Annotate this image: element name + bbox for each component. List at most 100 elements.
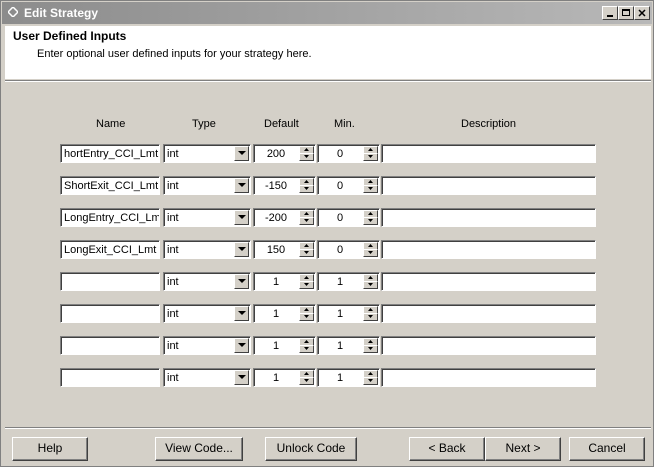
- row-type-select[interactable]: int: [163, 368, 251, 387]
- row-description-input[interactable]: [381, 240, 596, 259]
- row-min-spinner[interactable]: 1: [317, 272, 380, 291]
- spin-down-button[interactable]: [363, 281, 378, 289]
- row-default-spinner[interactable]: 200: [253, 144, 316, 163]
- row-name-input[interactable]: [60, 272, 160, 291]
- row-description-input[interactable]: [381, 272, 596, 291]
- spin-down-button[interactable]: [299, 249, 314, 257]
- spin-down-button[interactable]: [363, 153, 378, 161]
- row-type-select[interactable]: int: [163, 272, 251, 291]
- arrow-up-icon: [368, 372, 373, 375]
- row-type-select[interactable]: int: [163, 336, 251, 355]
- help-button[interactable]: Help: [12, 437, 88, 461]
- dropdown-button[interactable]: [234, 370, 249, 385]
- row-min-value: 1: [336, 340, 344, 352]
- spinner-buttons: [363, 210, 378, 225]
- row-description-input[interactable]: [381, 176, 596, 195]
- window-title: Edit Strategy: [24, 6, 99, 20]
- row-default-value: -150: [264, 180, 288, 192]
- row-min-spinner[interactable]: 1: [317, 368, 380, 387]
- close-icon: [638, 9, 646, 17]
- row-description-input[interactable]: [381, 208, 596, 227]
- row-type-select[interactable]: int: [163, 304, 251, 323]
- spin-down-button[interactable]: [299, 313, 314, 321]
- row-min-spinner[interactable]: 0: [317, 144, 380, 163]
- dropdown-button[interactable]: [234, 242, 249, 257]
- row-type-value: int: [167, 148, 179, 160]
- row-min-spinner[interactable]: 1: [317, 336, 380, 355]
- minimize-button[interactable]: [602, 6, 618, 20]
- unlock-code-button[interactable]: Unlock Code: [265, 437, 357, 461]
- cancel-button[interactable]: Cancel: [569, 437, 645, 461]
- arrow-down-icon: [368, 187, 373, 190]
- spin-down-button[interactable]: [299, 377, 314, 385]
- row-default-spinner[interactable]: 150: [253, 240, 316, 259]
- arrow-up-icon: [304, 212, 309, 215]
- strategy-diamond-icon: [8, 7, 18, 17]
- arrow-up-icon: [368, 180, 373, 183]
- spin-down-button[interactable]: [299, 153, 314, 161]
- spin-down-button[interactable]: [299, 345, 314, 353]
- unlock-code-button-label: Unlock Code: [276, 441, 346, 455]
- spin-down-button[interactable]: [363, 313, 378, 321]
- spin-down-button[interactable]: [299, 281, 314, 289]
- spin-down-button[interactable]: [363, 249, 378, 257]
- next-button[interactable]: Next >: [485, 437, 561, 461]
- row-description-input[interactable]: [381, 304, 596, 323]
- dropdown-button[interactable]: [234, 338, 249, 353]
- row-name-input[interactable]: [60, 336, 160, 355]
- dropdown-button[interactable]: [234, 146, 249, 161]
- arrow-down-icon: [304, 283, 309, 286]
- spin-down-button[interactable]: [363, 185, 378, 193]
- row-default-spinner[interactable]: 1: [253, 368, 316, 387]
- row-description-input[interactable]: [381, 336, 596, 355]
- row-min-spinner[interactable]: 0: [317, 208, 380, 227]
- arrow-up-icon: [304, 372, 309, 375]
- maximize-icon: [622, 9, 630, 16]
- header-panel: User Defined Inputs Enter optional user …: [5, 26, 651, 79]
- spinner-buttons: [299, 178, 314, 193]
- dropdown-button[interactable]: [234, 306, 249, 321]
- row-default-spinner[interactable]: 1: [253, 272, 316, 291]
- back-button[interactable]: < Back: [409, 437, 485, 461]
- arrow-down-icon: [304, 251, 309, 254]
- row-min-spinner[interactable]: 0: [317, 176, 380, 195]
- column-header-description: Description: [461, 118, 517, 130]
- row-min-value: 0: [336, 180, 344, 192]
- chevron-down-icon: [238, 279, 246, 283]
- dropdown-button[interactable]: [234, 178, 249, 193]
- spin-down-button[interactable]: [299, 185, 314, 193]
- maximize-button[interactable]: [618, 6, 634, 20]
- column-header-name: Name: [96, 118, 126, 130]
- close-button[interactable]: [634, 6, 650, 20]
- spin-down-button[interactable]: [299, 217, 314, 225]
- row-min-spinner[interactable]: 0: [317, 240, 380, 259]
- row-default-spinner[interactable]: 1: [253, 304, 316, 323]
- row-min-spinner[interactable]: 1: [317, 304, 380, 323]
- row-type-select[interactable]: int: [163, 208, 251, 227]
- row-type-select[interactable]: int: [163, 144, 251, 163]
- chevron-down-icon: [238, 215, 246, 219]
- arrow-down-icon: [304, 219, 309, 222]
- row-name-input[interactable]: LongEntry_CCI_Lmt: [60, 208, 160, 227]
- spin-down-button[interactable]: [363, 377, 378, 385]
- back-button-label: < Back: [428, 441, 466, 455]
- row-default-spinner[interactable]: 1: [253, 336, 316, 355]
- row-description-input[interactable]: [381, 144, 596, 163]
- row-name-input[interactable]: hortEntry_CCI_Lmt: [60, 144, 160, 163]
- row-type-select[interactable]: int: [163, 176, 251, 195]
- dropdown-button[interactable]: [234, 274, 249, 289]
- row-name-input[interactable]: LongExit_CCI_Lmt: [60, 240, 160, 259]
- row-default-spinner[interactable]: -200: [253, 208, 316, 227]
- spin-down-button[interactable]: [363, 217, 378, 225]
- row-description-input[interactable]: [381, 368, 596, 387]
- row-name-input[interactable]: [60, 304, 160, 323]
- row-default-spinner[interactable]: -150: [253, 176, 316, 195]
- row-type-select[interactable]: int: [163, 240, 251, 259]
- row-name-input[interactable]: ShortExit_CCI_Lmt: [60, 176, 160, 195]
- page-title: User Defined Inputs: [13, 29, 127, 43]
- row-name-input[interactable]: [60, 368, 160, 387]
- spin-down-button[interactable]: [363, 345, 378, 353]
- chevron-down-icon: [238, 151, 246, 155]
- view-code-button[interactable]: View Code...: [155, 437, 243, 461]
- dropdown-button[interactable]: [234, 210, 249, 225]
